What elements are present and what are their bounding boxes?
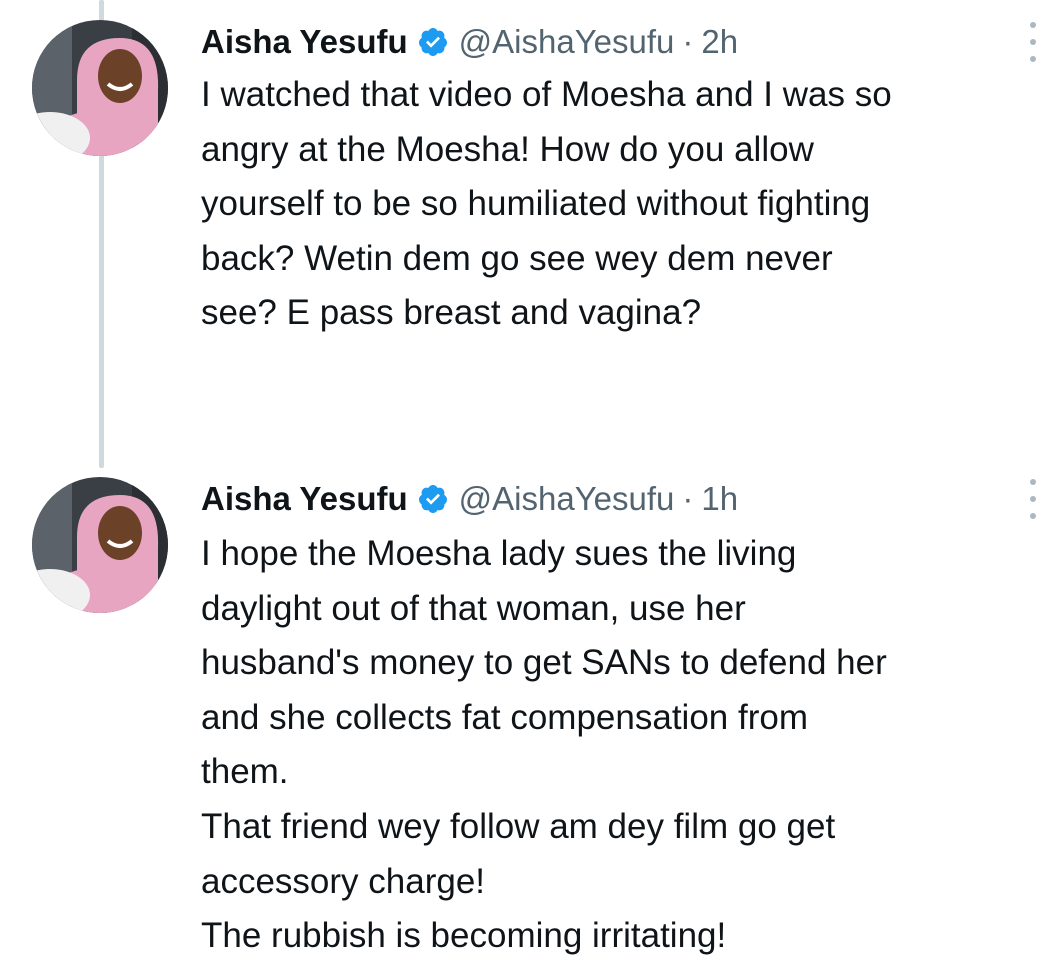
avatar-photo-icon xyxy=(32,20,168,156)
tweet-text-line: I hope the Moesha lady sues the living xyxy=(201,534,797,573)
tweet-timestamp[interactable]: 1h xyxy=(701,480,738,518)
dot-icon xyxy=(1030,39,1036,45)
tweet-header: Aisha Yesufu @AishaYesufu · 1h xyxy=(201,477,738,521)
tweet-text-line: I watched that video of Moesha and I was… xyxy=(201,75,892,114)
dot-icon xyxy=(1030,479,1036,485)
tweet-text-line: and she collects fat compensation from xyxy=(201,697,808,737)
tweet-text: I hope the Moesha lady sues the living d… xyxy=(201,527,1046,964)
avatar[interactable] xyxy=(32,477,168,613)
tweet-text-line: daylight out of that woman, use her xyxy=(201,588,746,628)
more-options-icon[interactable] xyxy=(1028,479,1038,519)
author-handle[interactable]: @AishaYesufu xyxy=(459,480,675,518)
tweet-timestamp[interactable]: 2h xyxy=(701,23,738,61)
tweet-text-line: yourself to be so humiliated without fig… xyxy=(201,184,871,224)
tweet-text-line: That friend wey follow am dey film go ge… xyxy=(201,806,836,846)
author-name[interactable]: Aisha Yesufu xyxy=(201,480,408,518)
tweet-text-line: them. xyxy=(201,752,289,792)
tweet-text-line: accessory charge! xyxy=(201,861,486,901)
tweet-text-line: husband's money to get SANs to defend he… xyxy=(201,643,887,683)
tweet-text-line: see? E pass breast and vagina? xyxy=(201,293,702,333)
separator-dot: · xyxy=(682,23,694,60)
author-handle[interactable]: @AishaYesufu xyxy=(459,23,675,61)
dot-icon xyxy=(1030,22,1036,28)
avatar-photo-icon xyxy=(32,477,168,613)
author-name[interactable]: Aisha Yesufu xyxy=(201,23,408,61)
dot-icon xyxy=(1030,56,1036,62)
tweet-text-line: The rubbish is becoming irritating! xyxy=(201,916,727,956)
verified-badge-icon xyxy=(417,26,449,58)
tweet-text: I watched that video of Moesha and I was… xyxy=(201,68,1046,341)
avatar[interactable] xyxy=(32,20,168,156)
separator-dot: · xyxy=(682,480,694,517)
tweet-text-line: back? Wetin dem go see wey dem never xyxy=(201,238,833,278)
verified-badge-icon xyxy=(417,483,449,515)
dot-icon xyxy=(1030,496,1036,502)
tweet-text-line: angry at the Moesha! How do you allow xyxy=(201,129,814,169)
tweet-header: Aisha Yesufu @AishaYesufu · 2h xyxy=(201,20,738,64)
more-options-icon[interactable] xyxy=(1028,22,1038,62)
dot-icon xyxy=(1030,513,1036,519)
